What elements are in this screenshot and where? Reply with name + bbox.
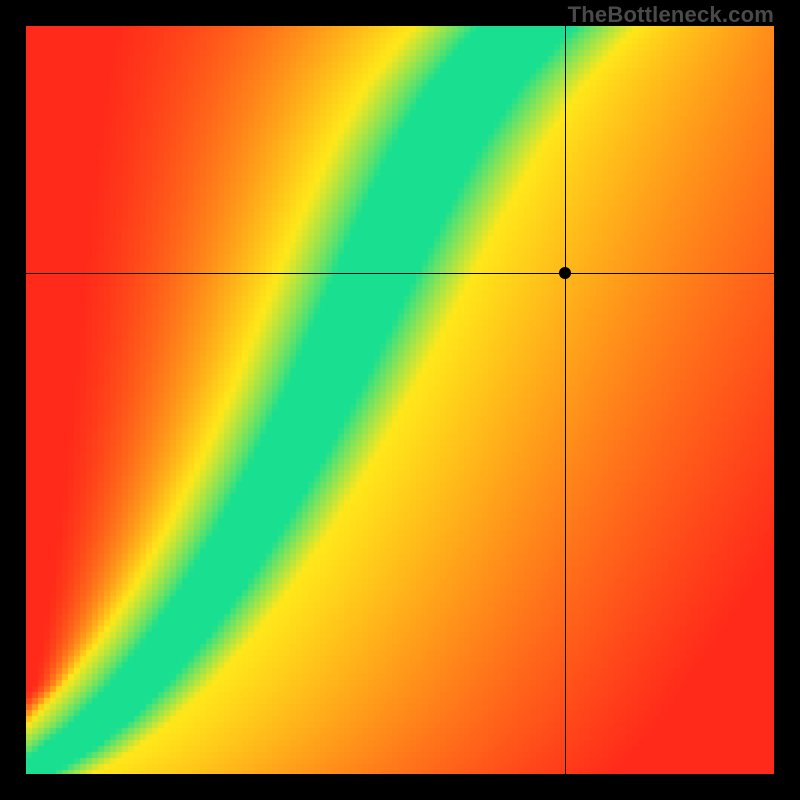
heatmap-canvas bbox=[26, 26, 774, 774]
heatmap-plot bbox=[26, 26, 774, 774]
watermark-label: TheBottleneck.com bbox=[568, 2, 774, 28]
chart-frame: TheBottleneck.com bbox=[0, 0, 800, 800]
